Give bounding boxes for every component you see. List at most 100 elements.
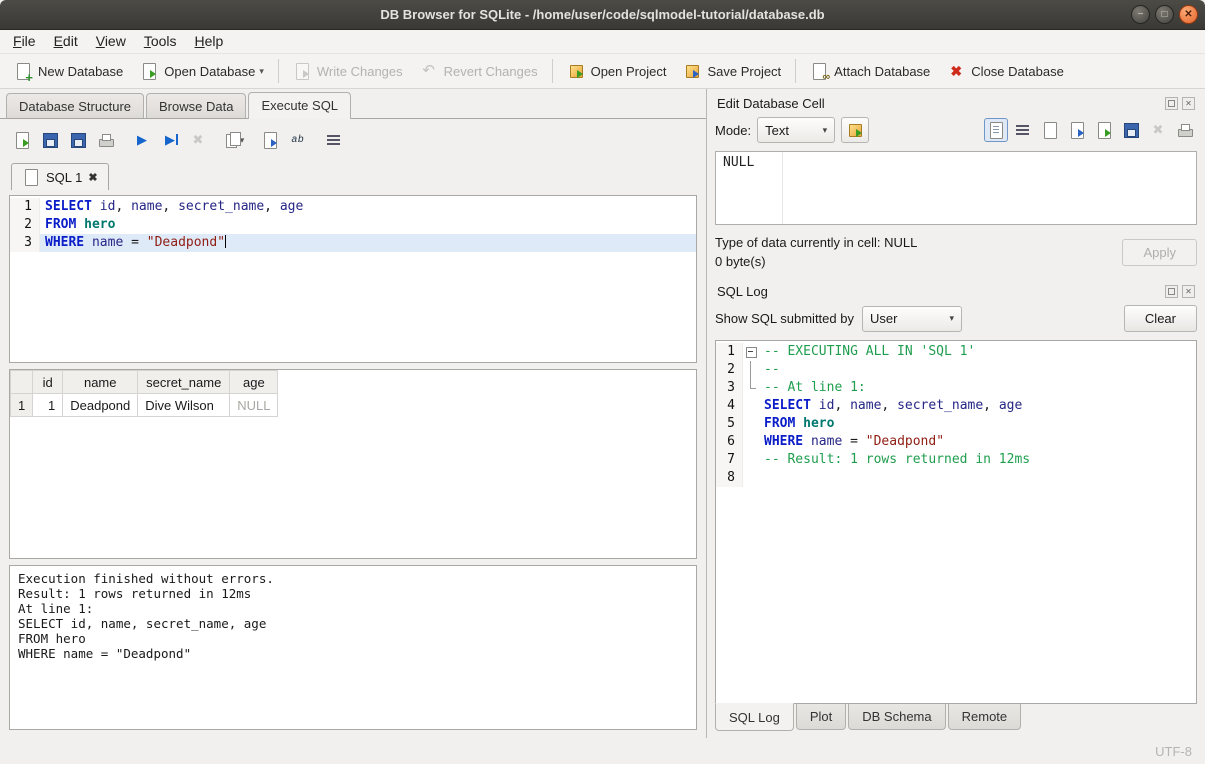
message-line: At line 1: — [18, 601, 688, 616]
tab-remote[interactable]: Remote — [948, 704, 1022, 730]
header-row: idnamesecret_nameage — [11, 371, 278, 394]
tab-db-schema[interactable]: DB Schema — [848, 704, 945, 730]
edit-cell-title: Edit Database Cell — [717, 96, 825, 111]
log-line: 4SELECT id, name, secret_name, age — [716, 397, 1196, 415]
column-header-id[interactable]: id — [33, 371, 63, 394]
set-null-icon: ✖ — [1149, 121, 1167, 139]
menu-help[interactable]: Help — [186, 30, 233, 53]
menu-file[interactable]: File — [4, 30, 45, 53]
close-tab-icon[interactable]: ✖ — [88, 171, 97, 184]
tab-sql-log[interactable]: SQL Log — [715, 703, 794, 731]
editor-line: 2FROM hero — [10, 216, 696, 234]
new-database-button[interactable]: New Database — [6, 57, 131, 85]
maximize-icon[interactable]: □ — [1155, 5, 1174, 24]
dock-tab-bar: SQL LogPlotDB SchemaRemote — [715, 704, 1197, 738]
apply-button: Apply — [1122, 239, 1197, 266]
open-file-button[interactable] — [1038, 118, 1062, 142]
mode-label: Mode: — [715, 123, 751, 138]
caret-down-icon: ▾ — [949, 313, 954, 324]
format-sql-button[interactable] — [321, 127, 347, 153]
menu-edit[interactable]: Edit — [45, 30, 87, 53]
tab-execute-sql[interactable]: Execute SQL — [248, 92, 351, 119]
toolbar-label: New Database — [38, 64, 123, 79]
line-number: 3 — [10, 234, 40, 252]
mode-select[interactable]: Text ▾ — [757, 117, 835, 143]
cell-id[interactable]: 1 — [33, 394, 63, 417]
menu-tools[interactable]: Tools — [135, 30, 186, 53]
close-panel-icon[interactable]: ✕ — [1182, 97, 1195, 110]
cell-age[interactable]: NULL — [230, 394, 278, 417]
menu-bar: FileEditViewToolsHelp — [0, 30, 1205, 54]
word-wrap-button[interactable] — [1011, 118, 1035, 142]
close-log-icon[interactable]: ✕ — [1182, 285, 1195, 298]
code-text: FROM hero — [759, 415, 1196, 433]
save-sql-file-button[interactable] — [37, 127, 63, 153]
line-number: 2 — [10, 216, 40, 234]
save-project-button[interactable]: Save Project — [675, 57, 789, 85]
export-cell-data-button[interactable] — [1092, 118, 1116, 142]
code-text: -- At line 1: — [759, 379, 1196, 397]
cell-value-editor[interactable]: NULL — [715, 151, 1197, 225]
code-text: WHERE name = "Deadpond" — [40, 234, 696, 252]
menu-view[interactable]: View — [87, 30, 135, 53]
tab-plot[interactable]: Plot — [796, 704, 846, 730]
encoding-indicator[interactable]: UTF-8 — [1155, 744, 1192, 759]
close-database-button[interactable]: ✖ Close Database — [939, 57, 1072, 85]
save-sql-file-as-button[interactable] — [65, 127, 91, 153]
submitter-select[interactable]: User ▾ — [862, 306, 962, 332]
open-sql-file-button[interactable] — [9, 127, 35, 153]
execute-current-line-button[interactable]: ▶ — [157, 127, 183, 153]
sql-tab-bar: SQL 1 ✖ — [9, 161, 697, 189]
save-cell-button[interactable] — [1119, 118, 1143, 142]
open-file-icon — [1041, 121, 1059, 139]
row-number: 1 — [11, 394, 33, 417]
fold-box-icon[interactable] — [743, 343, 759, 361]
close-icon[interactable]: ✕ — [1179, 5, 1198, 24]
toolbar-label: Close Database — [971, 64, 1064, 79]
minimize-icon[interactable]: − — [1131, 5, 1150, 24]
import-icon — [846, 121, 864, 139]
open-database-button[interactable]: Open Database▾ — [132, 57, 272, 85]
undock-panel-icon[interactable] — [1165, 97, 1178, 110]
undock-log-icon[interactable] — [1165, 285, 1178, 298]
print-sql-icon — [97, 131, 115, 149]
sql-log-view[interactable]: 1-- EXECUTING ALL IN 'SQL 1'2--3-- At li… — [715, 340, 1197, 704]
print-cell-button[interactable] — [1173, 118, 1197, 142]
text-cursor — [225, 235, 226, 248]
toolbar-label: Open Project — [591, 64, 667, 79]
open-project-button[interactable]: Open Project — [559, 57, 675, 85]
toolbar: New DatabaseOpen Database▾Write Changes↶… — [0, 54, 1205, 89]
tab-database-structure[interactable]: Database Structure — [6, 93, 144, 118]
column-header-name[interactable]: name — [63, 371, 138, 394]
line-number: 5 — [716, 415, 743, 433]
execute-all-button[interactable]: ▶ — [129, 127, 155, 153]
column-header-age[interactable]: age — [230, 371, 278, 394]
sql-editor[interactable]: 1SELECT id, name, secret_name, age2FROM … — [9, 195, 697, 363]
clear-button[interactable]: Clear — [1124, 305, 1197, 332]
print-sql-button[interactable] — [93, 127, 119, 153]
cell-info-row: Type of data currently in cell: NULL 0 b… — [715, 225, 1197, 277]
code-text: -- — [759, 361, 1196, 379]
close-database-icon: ✖ — [947, 62, 965, 80]
cell-secret_name[interactable]: Dive Wilson — [138, 394, 230, 417]
import-mode-button[interactable] — [841, 117, 869, 143]
line-number: 2 — [716, 361, 743, 379]
log-filter-row: Show SQL submitted by User ▾ Clear — [715, 303, 1197, 340]
tab-browse-data[interactable]: Browse Data — [146, 93, 246, 118]
column-header-secret_name[interactable]: secret_name — [138, 371, 230, 394]
log-line: 3-- At line 1: — [716, 379, 1196, 397]
text-mode-button[interactable] — [984, 118, 1008, 142]
attach-database-button[interactable]: Attach Database — [802, 57, 938, 85]
import-cell-data-button[interactable] — [1065, 118, 1089, 142]
line-number: 4 — [716, 397, 743, 415]
title-bar[interactable]: DB Browser for SQLite - /home/user/code/… — [0, 0, 1205, 30]
cell-name[interactable]: Deadpond — [63, 394, 138, 417]
fold-pipe-icon — [743, 361, 759, 379]
code-text: -- Result: 1 rows returned in 12ms — [759, 451, 1196, 469]
open-query-tab-button[interactable]: ▾ — [221, 127, 247, 153]
find-replace-button[interactable]: ab — [285, 127, 311, 153]
open-query-tab-icon — [224, 131, 242, 149]
editor-toolbar: ▶▶✖▾ab — [9, 125, 697, 155]
load-query-button[interactable] — [257, 127, 283, 153]
sql-tab[interactable]: SQL 1 ✖ — [11, 163, 109, 190]
